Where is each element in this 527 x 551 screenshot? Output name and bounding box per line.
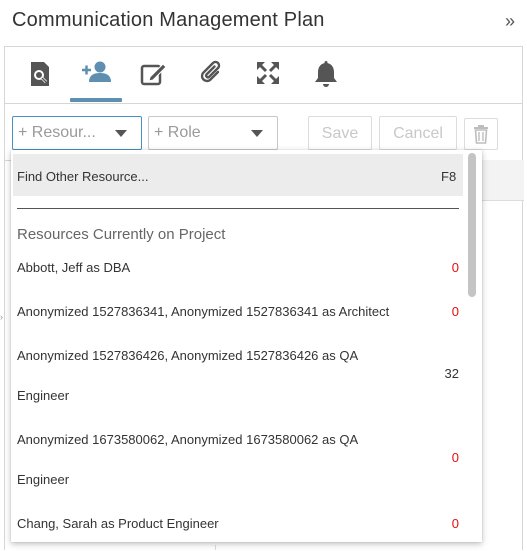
tab-bar xyxy=(4,46,523,104)
option-count: 0 xyxy=(451,304,459,319)
tab-add-person[interactable] xyxy=(70,60,122,102)
dropdown-option[interactable]: Anonymized 1527836341, Anonymized 152783… xyxy=(17,292,461,332)
panel-title: Communication Management Plan xyxy=(12,9,325,31)
add-person-icon xyxy=(82,61,111,82)
resource-select[interactable]: + Resour... xyxy=(12,116,142,150)
option-count: 0 xyxy=(451,450,459,465)
option-label-continued: Engineer xyxy=(17,472,70,487)
delete-button[interactable] xyxy=(464,118,498,150)
expand-arrows-icon xyxy=(256,61,280,85)
tab-search-doc[interactable] xyxy=(20,60,60,94)
option-count: 0 xyxy=(451,516,459,531)
option-count: 0 xyxy=(451,260,459,275)
cancel-button[interactable]: Cancel xyxy=(379,116,457,150)
dropdown-option[interactable]: Anonymized 1673580062, Anonymized 167358… xyxy=(17,420,461,500)
find-other-resource-option[interactable]: Find Other Resource... xyxy=(13,154,433,196)
dropdown-option[interactable]: Anonymized 1527836426, Anonymized 152783… xyxy=(17,336,461,416)
role-select-value: + Role xyxy=(154,124,201,141)
option-label: Chang, Sarah as Product Engineer xyxy=(17,516,219,531)
paperclip-icon xyxy=(200,60,221,83)
edit-icon xyxy=(140,63,167,86)
option-label-continued: Engineer xyxy=(17,388,70,403)
trash-icon xyxy=(474,125,488,144)
bell-icon xyxy=(315,61,337,87)
role-select[interactable]: + Role xyxy=(148,116,278,150)
chevron-down-icon xyxy=(115,130,127,137)
option-label: Abbott, Jeff as DBA xyxy=(17,260,131,275)
tab-attachments[interactable] xyxy=(191,60,231,94)
tab-edit[interactable] xyxy=(134,60,174,94)
search-doc-icon xyxy=(31,62,49,86)
dropdown-divider xyxy=(17,208,459,209)
resource-select-value: + Resour... xyxy=(18,124,96,141)
chevron-down-icon xyxy=(251,130,263,137)
grid-header-cell xyxy=(478,160,524,201)
option-label: Anonymized 1673580062, Anonymized 167358… xyxy=(17,432,359,447)
grid-divider xyxy=(215,545,216,550)
dropdown-option[interactable]: Abbott, Jeff as DBA 0 xyxy=(17,248,461,288)
tab-expand[interactable] xyxy=(248,60,288,94)
dropdown-scroll-thumb[interactable] xyxy=(468,153,476,297)
dropdown-option[interactable]: Chang, Sarah as Product Engineer 0 xyxy=(17,504,461,542)
option-label: Anonymized 1527836426, Anonymized 152783… xyxy=(17,348,359,363)
section-heading: Resources Currently on Project xyxy=(17,226,226,243)
find-other-shortcut: F8 xyxy=(433,154,463,196)
side-expand-icon[interactable]: › xyxy=(0,312,3,322)
option-count: 32 xyxy=(444,366,459,381)
option-label: Anonymized 1527836341, Anonymized 152783… xyxy=(17,304,390,319)
collapse-panel-button[interactable]: » xyxy=(505,12,515,30)
save-button[interactable]: Save xyxy=(308,116,372,150)
tab-notifications[interactable] xyxy=(306,60,346,94)
resource-dropdown-list: Find Other Resource... F8 Resources Curr… xyxy=(11,150,482,542)
